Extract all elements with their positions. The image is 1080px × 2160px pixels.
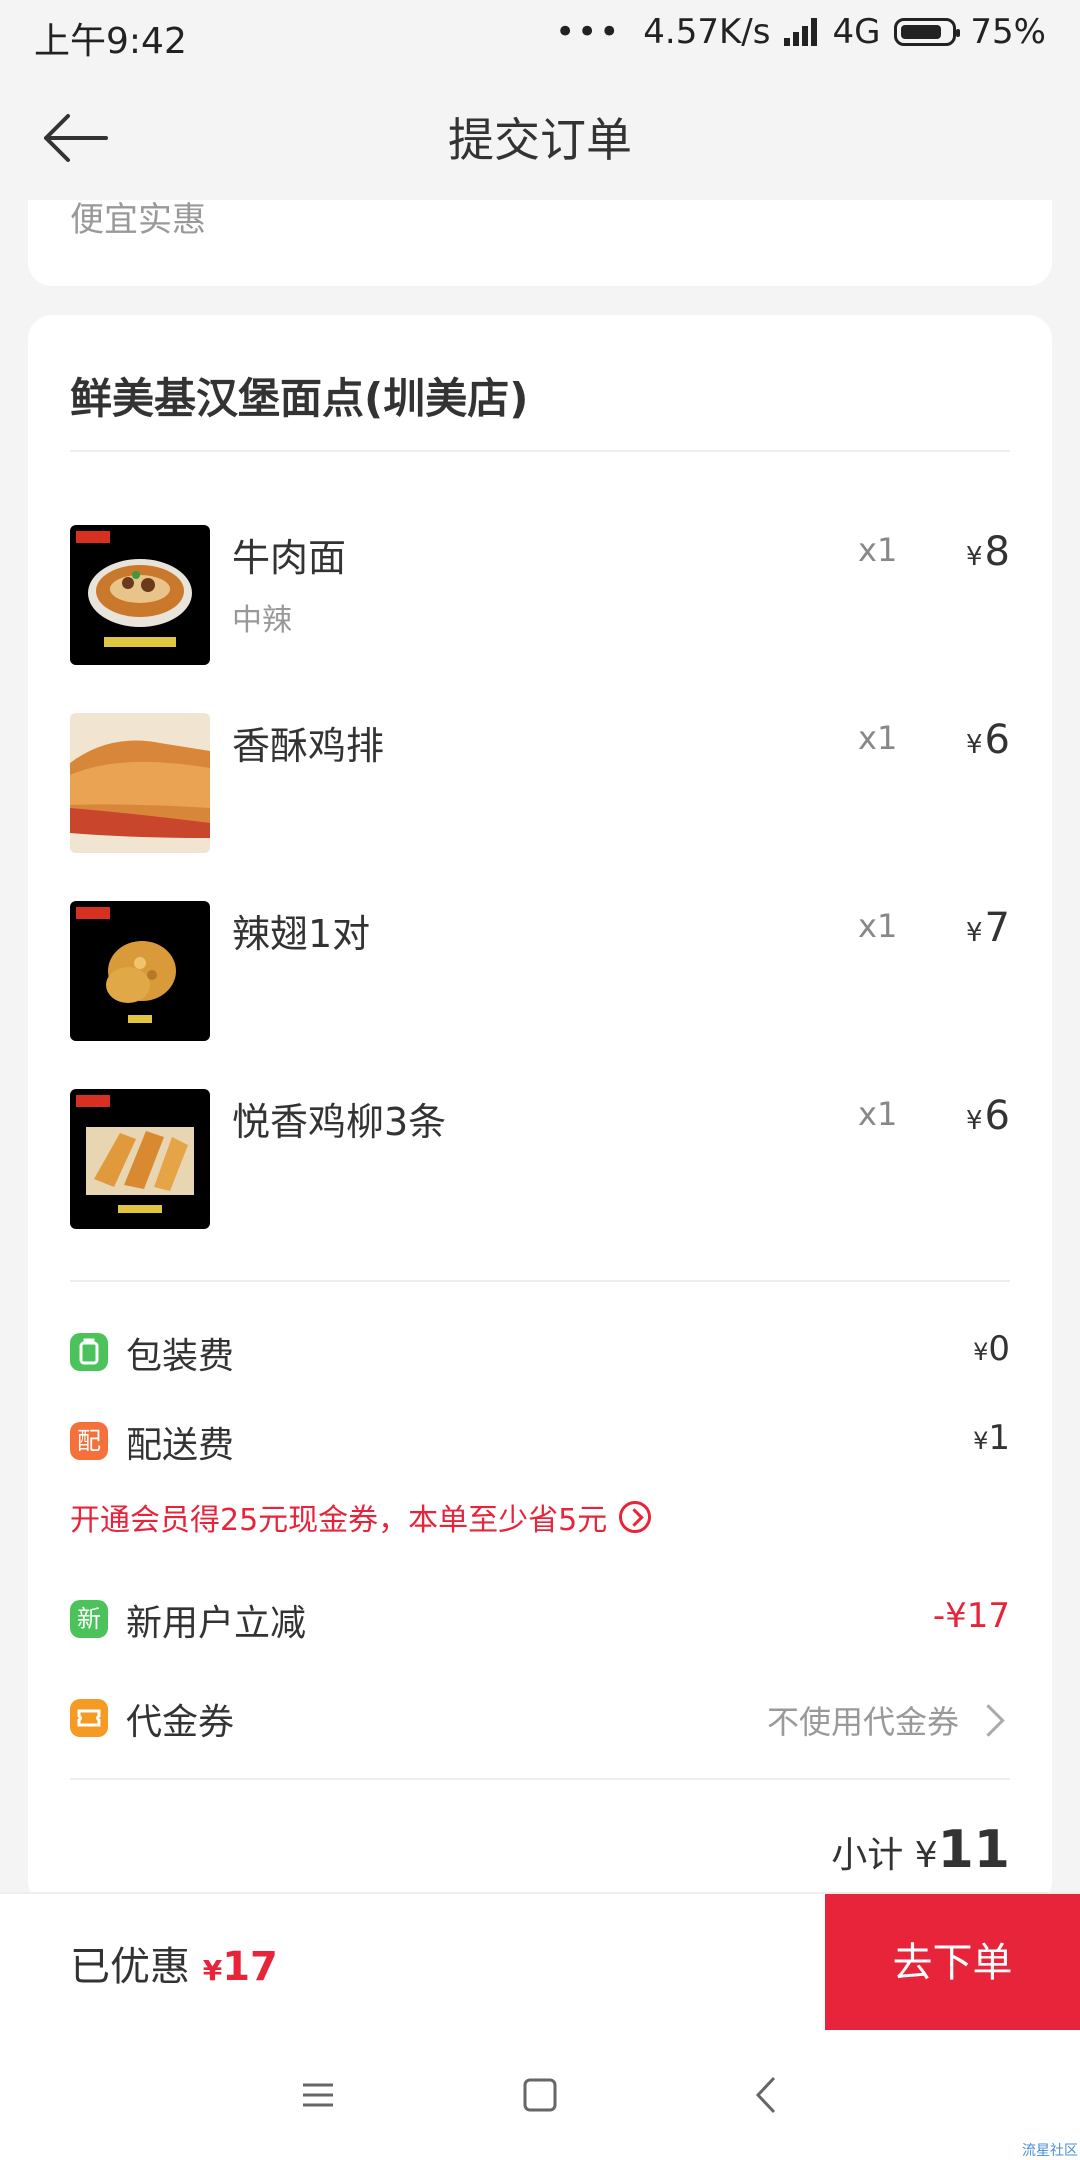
back-nav-button[interactable] [742,2070,792,2120]
checkout-bar: 已优惠 ¥17 去下单 [0,1892,1080,2032]
voucher-value: 不使用代金券 [766,1703,959,1741]
chevron-right-icon [972,1703,1005,1737]
packaging-fee-row: 包装费 ¥0 [70,1323,1010,1383]
item-price: ¥6 [966,1093,1010,1139]
discount-value: -¥17 [932,1596,1010,1636]
menu-icon [303,2083,333,2107]
order-item-4: 悦香鸡柳3条 x1 ¥6 [70,1089,1010,1229]
item-price: ¥8 [966,529,1010,575]
voucher-selector[interactable]: 不使用代金券 [767,1697,1010,1743]
saved-value: 17 [222,1944,278,1990]
status-bar: 上午9:42 ••• 4.57K/s 4G 75% [0,0,1080,70]
item-thumbnail [70,525,210,665]
battery-level: 75% [970,12,1046,52]
voucher-row[interactable]: 代金券 不使用代金券 [70,1689,1010,1749]
item-quantity: x1 [858,1095,898,1133]
place-order-button[interactable]: 去下单 [825,1894,1080,2032]
signal-icon [784,18,818,46]
order-item-1: 牛肉面 中辣 x1 ¥8 [70,525,1010,665]
network-type: 4G [832,12,881,52]
delivery-icon: 配 [70,1422,108,1460]
system-nav-bar: 流星社区 [0,2030,1080,2160]
item-price: ¥6 [966,717,1010,763]
saved-label: 已优惠 [70,1944,190,1990]
voucher-label: 代金券 [126,1702,235,1743]
subtotal-value: 11 [937,1820,1010,1880]
new-user-icon: 新 [70,1600,108,1638]
order-item-2: 香酥鸡排 x1 ¥6 [70,713,1010,853]
saved-amount: 已优惠 ¥17 [70,1944,278,1990]
bag-icon [70,1333,108,1371]
back-chevron-icon [755,2076,776,2114]
delivery-fee-label: 配送费 [126,1425,235,1466]
partial-text: 便宜实惠 [70,200,206,240]
item-quantity: x1 [858,531,898,569]
new-user-discount-row: 新 新用户立减 -¥17 [70,1590,1010,1650]
item-quantity: x1 [858,719,898,757]
subtotal: 小计 ¥11 [831,1820,1010,1880]
item-thumbnail [70,713,210,853]
delivery-fee-row: 配 配送费 ¥1 [70,1412,1010,1472]
order-item-3: 辣翅1对 x1 ¥7 [70,901,1010,1041]
item-name: 香酥鸡排 [232,724,385,768]
header: 提交订单 [0,70,1080,200]
promo-text: 开通会员得25元现金券，本单至少省5元 [70,1503,608,1538]
divider [70,1778,1010,1780]
item-name: 悦香鸡柳3条 [232,1100,447,1144]
delivery-fee-value: ¥1 [973,1418,1010,1458]
packaging-fee-label: 包装费 [126,1336,235,1377]
item-name: 牛肉面 [232,536,347,580]
item-price: ¥7 [966,905,1010,951]
order-card: 鲜美基汉堡面点(圳美店) 牛肉面 中辣 x1 ¥8 香酥鸡排 x1 ¥6 辣翅1… [28,315,1052,1905]
discount-label: 新用户立减 [126,1603,307,1644]
item-name: 辣翅1对 [232,912,371,956]
status-time: 上午9:42 [34,21,187,62]
voucher-icon [70,1699,108,1737]
watermark: 流星社区 [1022,2143,1078,2159]
packaging-fee-value: ¥0 [973,1329,1010,1369]
divider [70,450,1010,452]
battery-icon [894,18,961,46]
more-dots: ••• [555,12,622,52]
divider [70,1280,1010,1282]
item-quantity: x1 [858,907,898,945]
item-spec: 中辣 [232,603,292,638]
membership-promo-link[interactable]: 开通会员得25元现金券，本单至少省5元 [70,1495,652,1539]
circle-arrow-right-icon [619,1501,652,1533]
status-right: ••• 4.57K/s 4G 75% [555,12,1046,52]
subtotal-label: 小计 [831,1835,904,1876]
item-thumbnail [70,1089,210,1229]
home-square-icon [523,2078,557,2112]
page-title: 提交订单 [448,113,632,167]
menu-nav-button[interactable] [293,2070,343,2120]
home-nav-button[interactable] [515,2070,565,2120]
item-thumbnail [70,901,210,1041]
network-speed: 4.57K/s [643,12,771,52]
shop-name: 鲜美基汉堡面点(圳美店) [70,374,529,423]
previous-card: 便宜实惠 [28,200,1052,286]
